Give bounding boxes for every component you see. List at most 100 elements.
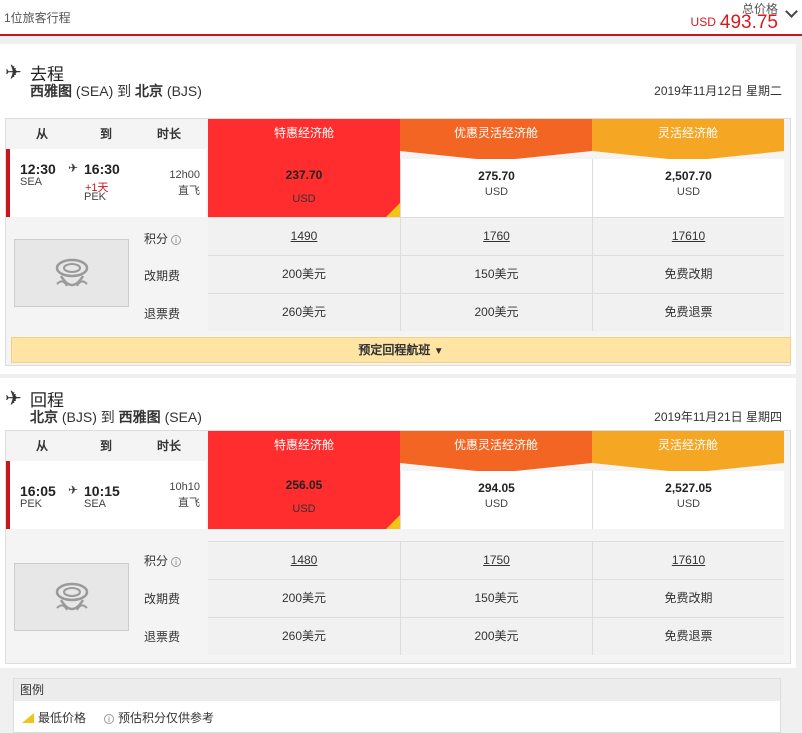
col-header-duration: 时长 [156, 439, 181, 453]
destination-city: 北京 [135, 83, 164, 99]
flight-row: 12:30 ✈ 16:30 SEA +1天 PEK 12h00 直飞 [6, 149, 206, 217]
inbound-panel: ✈ 回程 北京 (BJS) 到 西雅图 (SEA) 2019年11月21日 星期… [0, 378, 796, 668]
fare-class-label: 特惠经济舱 [273, 438, 334, 452]
points-label-text: 积分 [144, 554, 169, 568]
points-cell: 1480 [208, 541, 400, 579]
duration-value: 10h10 [169, 481, 200, 493]
change-fee-cell: 150美元 [400, 579, 592, 617]
fare-option-special[interactable]: 特惠经济舱 237.70 USD [208, 119, 400, 217]
fare-class-label: 优惠灵活经济舱 [453, 438, 538, 452]
destination-code: (SEA) [164, 409, 202, 425]
legend-lowest-label: 最低价格 [38, 711, 87, 725]
flight-duration: 12h00 直飞 [169, 167, 200, 199]
chevron-down-icon[interactable] [785, 5, 798, 18]
duration-value: 12h00 [169, 169, 200, 181]
col-header-to: 到 [99, 439, 112, 453]
route-text: 北京 (BJS) 到 西雅图 (SEA) [30, 407, 202, 427]
fare-option-flex[interactable]: 2,527.05 USD [592, 471, 784, 529]
change-fee-label: 改期费 [144, 269, 181, 283]
flight-card: 从 到 时长 12:30 ✈ 16:30 SEA +1天 PEK 12h00 直飞… [5, 118, 791, 366]
fare-option-flex-saver-header: 优惠灵活经济舱 [400, 431, 592, 461]
points-cell: 17610 [592, 217, 784, 255]
stops-label: 直飞 [178, 185, 200, 197]
refund-fee-cell: 260美元 [208, 293, 400, 331]
points-cell: 1490 [208, 217, 400, 255]
refund-fee-cell: 260美元 [208, 617, 400, 655]
outbound-header: ✈ 去程 西雅图 (SEA) 到 北京 (BJS) 2019年11月12日 星期… [0, 58, 796, 100]
fare-price: 2,507.70 [665, 169, 712, 183]
legend: 图例 最低价格 i 预估积分仅供参考 [13, 678, 781, 733]
points-cell: 1750 [400, 541, 592, 579]
flight-duration: 10h10 直飞 [169, 479, 200, 511]
change-fee-label: 改期费 [144, 592, 181, 606]
refund-fee-cell: 200美元 [400, 617, 592, 655]
fare-currency: USD [292, 193, 316, 205]
destination-city: 西雅图 [118, 409, 161, 425]
flight-date: 2019年11月12日 星期二 [654, 84, 782, 98]
points-label-text: 积分 [144, 232, 169, 246]
arrival-time: 10:15 [84, 483, 120, 499]
fare-option-flex[interactable]: 2,507.70 USD [592, 159, 784, 217]
points-label: 积分 i [144, 552, 182, 569]
points-value[interactable]: 1760 [483, 229, 510, 243]
arrival-time: 16:30 [84, 161, 120, 177]
outbound-panel: ✈ 去程 西雅图 (SEA) 到 北京 (BJS) 2019年11月12日 星期… [0, 44, 796, 374]
lowest-price-icon [22, 713, 34, 723]
total-amount: 493.75 [719, 12, 778, 33]
departure-airport: SEA [20, 176, 43, 188]
fare-option-special[interactable]: 特惠经济舱 256.05 USD [208, 431, 400, 529]
destination-code: (BJS) [166, 83, 202, 99]
route-connector: 到 [117, 83, 132, 99]
departure-time: 12:30 [20, 161, 56, 177]
book-return-label: 预定回程航班 [358, 343, 431, 357]
passenger-summary: 1位旅客行程 [4, 11, 71, 25]
info-icon[interactable]: i [171, 557, 182, 567]
refund-fee-label: 退票费 [144, 630, 181, 644]
flight-date: 2019年11月21日 星期四 [654, 410, 782, 424]
arrival-airport: SEA [84, 498, 107, 510]
fare-currency: USD [484, 498, 509, 510]
change-fee-cell: 免费改期 [592, 255, 784, 293]
change-fee-cell: 200美元 [208, 255, 400, 293]
airline-logo-icon [55, 582, 89, 611]
flight-row: 16:05 ✈ 10:15 PEK SEA 10h10 直飞 [6, 461, 206, 529]
route-connector: 到 [100, 409, 115, 425]
origin-city: 北京 [30, 409, 58, 425]
points-value[interactable]: 1750 [483, 553, 510, 567]
points-value[interactable]: 17610 [672, 229, 705, 243]
fare-option-flex-saver[interactable]: 275.70 USD [400, 159, 592, 217]
fare-option-flex-saver[interactable]: 294.05 USD [400, 471, 592, 529]
fare-class-label: 灵活经济舱 [657, 126, 718, 140]
fare-currency: USD [676, 498, 701, 510]
change-fee-cell: 免费改期 [592, 579, 784, 617]
info-icon[interactable]: i [171, 235, 182, 245]
change-fee-cell: 150美元 [400, 255, 592, 293]
plane-icon: ✈ [5, 62, 22, 84]
legend-points-label: 预估积分仅供参考 [118, 711, 215, 725]
refund-fee-cell: 200美元 [400, 293, 592, 331]
book-return-button[interactable]: 预定回程航班 ▼ [11, 337, 791, 363]
info-icon: i [104, 714, 114, 724]
double-chevron-down-icon: ▼ [433, 346, 444, 357]
points-value[interactable]: 1480 [291, 553, 318, 567]
fare-price: 256.05 [285, 478, 323, 492]
total-currency: USD [690, 15, 716, 29]
summary-bar[interactable]: 1位旅客行程 总价格 USD 493.75 [0, 0, 802, 36]
col-header-duration: 时长 [156, 127, 181, 141]
departure-time: 16:05 [20, 483, 56, 499]
legend-points-note: i 预估积分仅供参考 [104, 709, 214, 726]
stops-label: 直飞 [178, 497, 200, 509]
fare-price: 294.05 [478, 481, 515, 495]
col-header-from: 从 [35, 127, 48, 141]
points-value[interactable]: 1490 [291, 229, 318, 243]
arrival-airport: PEK [84, 191, 107, 203]
points-value[interactable]: 17610 [672, 553, 705, 567]
origin-code: (SEA) [75, 83, 114, 99]
fare-currency: USD [484, 186, 509, 198]
fare-option-flex-header: 灵活经济舱 [592, 119, 784, 149]
airline-logo [14, 239, 129, 307]
refund-fee-label: 退票费 [144, 307, 181, 321]
legend-lowest-price: 最低价格 [22, 709, 86, 726]
col-header-from: 从 [35, 439, 48, 453]
origin-city: 西雅图 [30, 83, 72, 99]
